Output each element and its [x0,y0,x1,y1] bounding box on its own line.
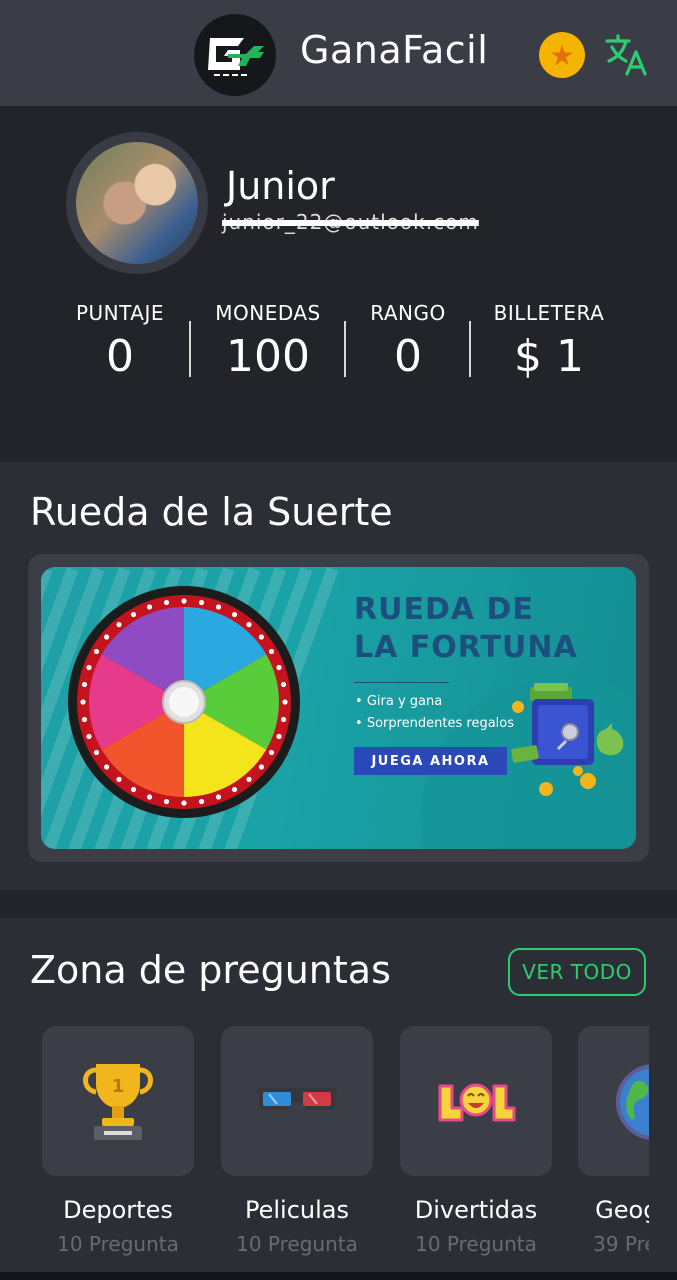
banner-divider [354,682,449,683]
ganafacil-logo-icon [194,14,276,96]
lol-icon [438,1083,516,1122]
svg-text:1: 1 [112,1076,125,1097]
category-count: 10 Pregunta [57,1232,179,1256]
translate-icon[interactable] [604,32,650,78]
wheel-banner-card[interactable]: RUEDA DE LA FORTUNA • Gira y gana • Sorp… [28,554,649,862]
stat-monedas: MONEDAS 100 [200,301,336,382]
stat-value: 100 [226,331,310,382]
stat-value: 0 [106,331,134,382]
bottom-edge [0,1272,677,1280]
questions-section: Zona de preguntas VER TODO 1 Deportes 10… [0,918,677,1280]
play-now-button[interactable]: JUEGA AHORA [354,747,507,775]
category-name: Geografia [595,1196,649,1224]
category-card[interactable]: Divertidas 10 Pregunta [400,1026,552,1256]
category-name: Peliculas [244,1196,349,1224]
category-count: 10 Pregunta [415,1232,537,1256]
stat-label: BILLETERA [493,301,605,325]
trophy-icon: 1 [83,1064,153,1140]
wheel-section: Rueda de la Suerte RUEDA DE LA FORTUNA •… [0,462,677,890]
app-title: GanaFacil [300,28,489,72]
stat-divider [469,321,471,377]
user-email: junior_22@outlook.com [222,210,479,234]
category-count: 39 Pregunta [593,1232,649,1256]
category-carousel[interactable]: 1 Deportes 10 Pregunta Peliculas 10 Preg… [0,1026,649,1280]
safe-money-icon [511,683,624,796]
globe-icon [616,1064,649,1140]
category-card[interactable]: Peliculas 10 Pregunta [221,1026,373,1256]
stat-divider [189,321,191,377]
profile-section: Junior junior_22@outlook.com PUNTAJE 0 M… [0,106,677,462]
stat-billetera: BILLETERA $ 1 [482,301,616,382]
category-card[interactable]: 1 Deportes 10 Pregunta [42,1026,194,1256]
see-all-button[interactable]: VER TODO [508,948,646,996]
banner-title-line2: LA FORTUNA [354,630,578,665]
stats-row: PUNTAJE 0 MONEDAS 100 RANGO 0 BILLETERA … [0,301,677,391]
section-title: Rueda de la Suerte [30,490,393,534]
stat-value: $ 1 [514,331,584,382]
stat-rango: RANGO 0 [352,301,464,382]
stat-divider [344,321,346,377]
stat-puntaje: PUNTAJE 0 [60,301,180,382]
banner-title: RUEDA DE LA FORTUNA [354,591,624,667]
category-tile[interactable]: 1 [42,1026,194,1176]
banner-bullet: • Gira y gana [355,694,443,709]
category-card[interactable]: Geografia 39 Pregunta [578,1026,649,1256]
user-name: Junior [226,164,335,208]
app-header: GanaFacil ★ [0,0,677,106]
category-name: Divertidas [414,1196,538,1224]
stat-value: 0 [394,331,422,382]
avatar-photo [76,142,198,264]
wheel-banner[interactable]: RUEDA DE LA FORTUNA • Gira y gana • Sorp… [41,567,636,849]
avatar[interactable] [66,132,208,274]
banner-title-line1: RUEDA DE [354,592,534,627]
fortune-wheel-icon [68,586,300,818]
category-tile[interactable] [400,1026,552,1176]
category-tile[interactable] [221,1026,373,1176]
stat-label: PUNTAJE [75,301,165,325]
banner-bullet-text: Gira y gana [366,694,443,709]
stat-label: RANGO [370,301,446,325]
category-count: 10 Pregunta [236,1232,358,1256]
banner-bullet: • Sorprendentes regalos [355,716,515,731]
category-name: Deportes [63,1196,173,1224]
section-title: Zona de preguntas [30,948,391,992]
star-icon[interactable]: ★ [539,32,585,78]
category-tile[interactable] [578,1026,649,1176]
banner-bullet-text: Sorprendentes regalos [366,716,515,731]
stat-label: MONEDAS [215,301,321,325]
3d-glasses-icon [257,1088,337,1110]
